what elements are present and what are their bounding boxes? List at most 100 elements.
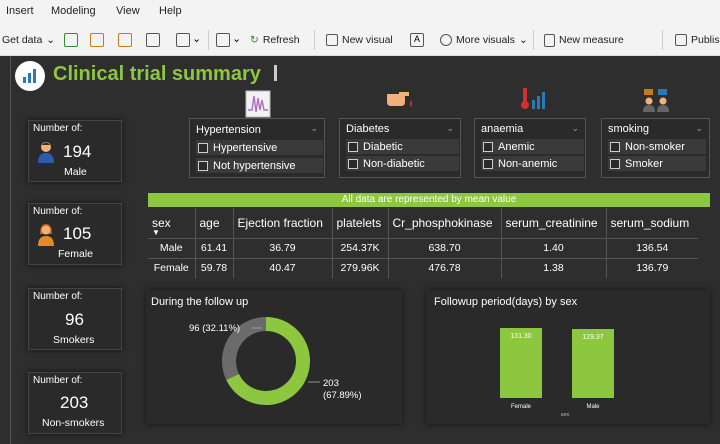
slicer-header: Diabetes: [346, 123, 390, 135]
new-visual-button[interactable]: New visual: [326, 31, 393, 49]
sort-arrow-icon: ▼: [152, 228, 160, 237]
slicer-option-smoker[interactable]: Smoker: [608, 156, 706, 171]
menu-modeling[interactable]: Modeling: [51, 5, 96, 17]
chevron-down-icon[interactable]: ⌄: [192, 32, 201, 45]
column-header[interactable]: Cr_phosphokinase: [388, 208, 502, 238]
hypertension-slicer: Hypertension ⌄ Hypertensive Not hyperten…: [189, 118, 325, 178]
column-header[interactable]: age: [195, 208, 234, 238]
checkbox[interactable]: [198, 160, 208, 171]
menu-insert[interactable]: Insert: [6, 5, 34, 17]
table-cell: 40.47: [233, 257, 333, 278]
column-header[interactable]: sex ▼: [148, 208, 196, 238]
card-value: 194: [63, 142, 92, 161]
slicer-option-non-smoker[interactable]: Non-smoker: [608, 139, 706, 154]
slicer-option-not-hypertensive[interactable]: Not hypertensive: [196, 158, 323, 173]
smoking-slicer: smoking ⌄ Non-smoker Smoker: [601, 118, 710, 178]
ribbon-toolbar: Get data ⌄ ⌄ ⌄ ↻ Refresh New visual A More…: [0, 24, 720, 56]
get-data-button[interactable]: Get data ⌄: [2, 31, 55, 49]
table-cell: 36.79: [233, 237, 333, 258]
card-sub: Male: [64, 166, 87, 178]
chevron-down-icon[interactable]: ⌄: [446, 123, 454, 134]
slicer-option-non-diabetic[interactable]: Non-diabetic: [346, 156, 459, 171]
slicer-option-hypertensive[interactable]: Hypertensive: [196, 140, 323, 155]
text-cursor: [274, 65, 277, 81]
checkbox[interactable]: [348, 158, 358, 169]
text-box-icon[interactable]: A: [410, 33, 424, 47]
option-label: Not hypertensive: [213, 159, 296, 172]
diabetes-slicer: Diabetes ⌄ Diabetic Non-diabetic: [339, 118, 461, 178]
sql-icon[interactable]: [118, 33, 132, 47]
checkbox[interactable]: [483, 141, 493, 152]
slicer-option-diabetic[interactable]: Diabetic: [346, 139, 459, 154]
bar-data-label: 129.37: [582, 334, 604, 341]
dataset-icon[interactable]: [90, 33, 104, 47]
card-label: Number of:: [33, 123, 83, 134]
excel-icon[interactable]: [64, 33, 78, 47]
male-count-card[interactable]: Number of: 194 Male: [28, 120, 122, 182]
checkbox[interactable]: [348, 141, 358, 152]
donut-chart: 96 (32.11%) 203(67.89%): [189, 317, 362, 405]
option-label: Non-anemic: [498, 157, 558, 170]
option-label: Smoker: [625, 157, 663, 170]
checkbox[interactable]: [483, 158, 493, 169]
female-count-card[interactable]: Number of: 105 Female: [28, 203, 122, 265]
menu-help[interactable]: Help: [159, 5, 182, 17]
x-axis-label: sex: [561, 412, 570, 418]
card-sub: Smokers: [53, 334, 95, 346]
card-value: 203: [60, 393, 89, 412]
anaemia-slicer: anaemia ⌄ Anemic Non-anemic: [474, 118, 586, 178]
page-title: Clinical trial summary: [53, 63, 261, 85]
people-chat-icon: [643, 89, 669, 112]
enter-data-icon[interactable]: [146, 33, 160, 47]
chevron-down-icon[interactable]: ⌄: [232, 32, 241, 45]
chevron-down-icon[interactable]: ⌄: [695, 123, 703, 134]
column-header[interactable]: platelets: [332, 208, 389, 238]
more-visuals-label: More visuals: [456, 34, 515, 46]
menu-view[interactable]: View: [116, 5, 140, 17]
chevron-down-icon[interactable]: ⌄: [571, 123, 579, 134]
non-smokers-count-card[interactable]: Number of: 203 Non-smokers: [28, 372, 122, 434]
follow-up-donut-panel[interactable]: During the follow up 96 (32.11%) 203 (67.8…: [146, 290, 402, 424]
checkbox[interactable]: [198, 142, 208, 153]
male-person-icon: [38, 142, 54, 163]
get-data-label: Get data: [2, 34, 43, 46]
heartbeat-chart-icon: [245, 90, 271, 118]
bar-chart-logo-icon: [15, 61, 45, 91]
smokers-count-card[interactable]: Number of: 96 Smokers: [28, 288, 122, 350]
refresh-button[interactable]: ↻ Refresh: [250, 31, 300, 49]
mean-value-banner: All data are represented by mean value: [148, 193, 710, 207]
slicer-header: Hypertension: [196, 124, 261, 136]
new-measure-button[interactable]: New measure: [544, 31, 624, 49]
slicer-option-anemic[interactable]: Anemic: [481, 139, 584, 154]
checkbox[interactable]: [610, 158, 620, 169]
finger-blood-icon: [387, 92, 412, 107]
column-header[interactable]: serum_sodium: [606, 208, 698, 238]
more-visuals-button[interactable]: More visuals ⌄: [440, 31, 528, 49]
female-person-icon: [38, 224, 54, 246]
chevron-down-icon: ⌄: [46, 34, 56, 46]
table-row: Female 59.78 40.47 279.96K 476.78 1.38 1…: [148, 257, 698, 278]
column-header[interactable]: Ejection fraction: [233, 208, 333, 238]
slicer-option-non-anemic[interactable]: Non-anemic: [481, 156, 584, 171]
option-label: Non-smoker: [625, 140, 685, 153]
new-measure-label: New measure: [559, 34, 624, 46]
more-visuals-icon: [440, 34, 452, 46]
card-label: Number of:: [33, 206, 83, 217]
chevron-down-icon[interactable]: ⌄: [310, 123, 318, 134]
dataverse-icon[interactable]: [176, 33, 190, 47]
card-sub: Non-smokers: [42, 417, 105, 429]
table-cell: 136.79: [606, 257, 698, 278]
chart-icon: [326, 34, 338, 46]
publish-button[interactable]: Publis: [675, 31, 720, 49]
slicer-header: anaemia: [481, 123, 524, 135]
slicer-header: smoking: [608, 123, 649, 135]
checkbox[interactable]: [610, 141, 620, 152]
transform-data-icon[interactable]: [216, 33, 230, 47]
followup-period-bar-panel[interactable]: Followup period(days) by sex 131.30 Femal…: [426, 290, 710, 424]
column-header[interactable]: serum_creatinine: [501, 208, 607, 238]
option-label: Diabetic: [363, 140, 403, 153]
publish-icon: [675, 34, 687, 46]
category-label: Female: [511, 404, 532, 410]
table-cell: 1.38: [501, 257, 607, 278]
table-cell: 254.37K: [332, 237, 389, 258]
